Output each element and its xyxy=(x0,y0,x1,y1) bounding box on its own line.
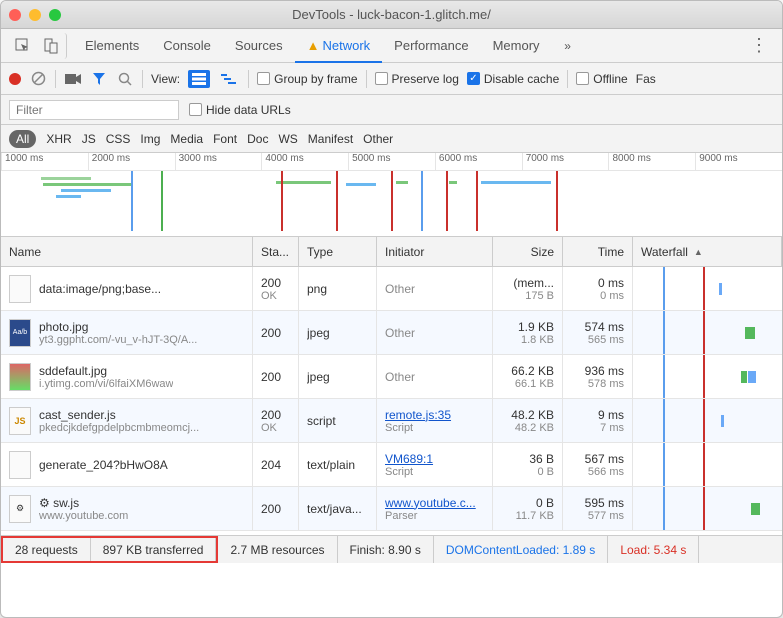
col-size[interactable]: Size xyxy=(493,237,563,266)
type-img[interactable]: Img xyxy=(140,132,160,146)
group-by-frame-checkbox[interactable]: Group by frame xyxy=(257,72,357,86)
filter-icon[interactable] xyxy=(90,70,108,88)
timeline-tick: 5000 ms xyxy=(348,153,435,170)
hide-data-urls-checkbox[interactable]: Hide data URLs xyxy=(189,103,291,117)
devtools-window: DevTools - luck-bacon-1.glitch.me/ Eleme… xyxy=(0,0,783,618)
disable-cache-checkbox[interactable]: ✓Disable cache xyxy=(467,72,559,86)
table-row[interactable]: ⚙⚙ sw.jswww.youtube.com200text/java...ww… xyxy=(1,487,782,531)
table-row[interactable]: sddefault.jpgi.ytimg.com/vi/6lfaiXM6waw2… xyxy=(1,355,782,399)
col-initiator[interactable]: Initiator xyxy=(377,237,493,266)
sort-asc-icon: ▲ xyxy=(694,247,703,257)
tab-elements[interactable]: Elements xyxy=(73,29,151,63)
inspect-icon[interactable] xyxy=(9,33,37,59)
col-time[interactable]: Time xyxy=(563,237,633,266)
tabs-host: ElementsConsoleSources▲NetworkPerformanc… xyxy=(73,29,552,63)
timeline-body xyxy=(1,171,782,233)
warning-icon: ▲ xyxy=(307,38,320,53)
col-name[interactable]: Name xyxy=(1,237,253,266)
request-table: data:image/png;base...200OKpngOther(mem.… xyxy=(1,267,782,535)
tab-console[interactable]: Console xyxy=(151,29,223,63)
clear-icon[interactable] xyxy=(29,70,47,88)
window-title: DevTools - luck-bacon-1.glitch.me/ xyxy=(1,7,782,22)
timeline-tick: 8000 ms xyxy=(608,153,695,170)
col-type[interactable]: Type xyxy=(299,237,377,266)
type-xhr[interactable]: XHR xyxy=(46,132,71,146)
type-media[interactable]: Media xyxy=(170,132,203,146)
filter-bar: Hide data URLs xyxy=(1,95,782,125)
timeline-overview[interactable]: 1000 ms2000 ms3000 ms4000 ms5000 ms6000 … xyxy=(1,153,782,237)
col-waterfall[interactable]: Waterfall▲ xyxy=(633,237,782,266)
panel-tabs: ElementsConsoleSources▲NetworkPerformanc… xyxy=(1,29,782,63)
search-icon[interactable] xyxy=(116,70,134,88)
type-css[interactable]: CSS xyxy=(106,132,131,146)
table-row[interactable]: JScast_sender.jspkedcjkdefgpdelpbcmbmeom… xyxy=(1,399,782,443)
highlight-box: 28 requests 897 KB transferred xyxy=(1,536,218,563)
col-status[interactable]: Sta... xyxy=(253,237,299,266)
tab-sources[interactable]: Sources xyxy=(223,29,295,63)
large-rows-icon[interactable] xyxy=(188,70,210,88)
settings-menu-icon[interactable]: ⋮ xyxy=(744,35,774,56)
device-icon[interactable] xyxy=(39,33,67,59)
timeline-tick: 4000 ms xyxy=(261,153,348,170)
status-finish: Finish: 8.90 s xyxy=(338,536,434,563)
camera-icon[interactable] xyxy=(64,70,82,88)
table-header: Name Sta... Type Initiator Size Time Wat… xyxy=(1,237,782,267)
tab-memory[interactable]: Memory xyxy=(481,29,552,63)
status-resources: 2.7 MB resources xyxy=(218,536,337,563)
record-icon[interactable] xyxy=(9,73,21,85)
status-transferred: 897 KB transferred xyxy=(91,538,217,561)
network-toolbar: View: Group by frame Preserve log ✓Disab… xyxy=(1,63,782,95)
timeline-tick: 1000 ms xyxy=(1,153,88,170)
timeline-tick: 7000 ms xyxy=(522,153,609,170)
waterfall-view-icon[interactable] xyxy=(218,70,240,88)
timeline-tick: 6000 ms xyxy=(435,153,522,170)
view-label: View: xyxy=(151,72,180,86)
status-dcl: DOMContentLoaded: 1.89 s xyxy=(434,536,608,563)
table-row[interactable]: Aa/bphoto.jpgyt3.ggpht.com/-vu_v-hJT-3Q/… xyxy=(1,311,782,355)
titlebar: DevTools - luck-bacon-1.glitch.me/ xyxy=(1,1,782,29)
timeline-ruler: 1000 ms2000 ms3000 ms4000 ms5000 ms6000 … xyxy=(1,153,782,171)
filter-input[interactable] xyxy=(9,100,179,120)
preserve-log-checkbox[interactable]: Preserve log xyxy=(375,72,459,86)
type-ws[interactable]: WS xyxy=(278,132,297,146)
more-tabs-icon[interactable]: » xyxy=(554,33,582,59)
offline-checkbox[interactable]: Offline xyxy=(576,72,627,86)
tab-performance[interactable]: Performance xyxy=(382,29,480,63)
table-row[interactable]: generate_204?bHwO8A204text/plainVM689:1S… xyxy=(1,443,782,487)
type-font[interactable]: Font xyxy=(213,132,237,146)
throttling-label[interactable]: Fas xyxy=(636,72,656,86)
tab-network[interactable]: ▲Network xyxy=(295,29,383,63)
type-js[interactable]: JS xyxy=(82,132,96,146)
timeline-tick: 2000 ms xyxy=(88,153,175,170)
timeline-tick: 9000 ms xyxy=(695,153,782,170)
timeline-tick: 3000 ms xyxy=(175,153,262,170)
status-load: Load: 5.34 s xyxy=(608,536,699,563)
type-doc[interactable]: Doc xyxy=(247,132,268,146)
type-all[interactable]: All xyxy=(9,130,36,148)
status-requests: 28 requests xyxy=(3,538,91,561)
status-bar: 28 requests 897 KB transferred 2.7 MB re… xyxy=(1,535,782,563)
table-row[interactable]: data:image/png;base...200OKpngOther(mem.… xyxy=(1,267,782,311)
type-manifest[interactable]: Manifest xyxy=(308,132,353,146)
type-other[interactable]: Other xyxy=(363,132,393,146)
type-filter-bar: All XHR JS CSS Img Media Font Doc WS Manifest Othe… xyxy=(1,125,782,153)
